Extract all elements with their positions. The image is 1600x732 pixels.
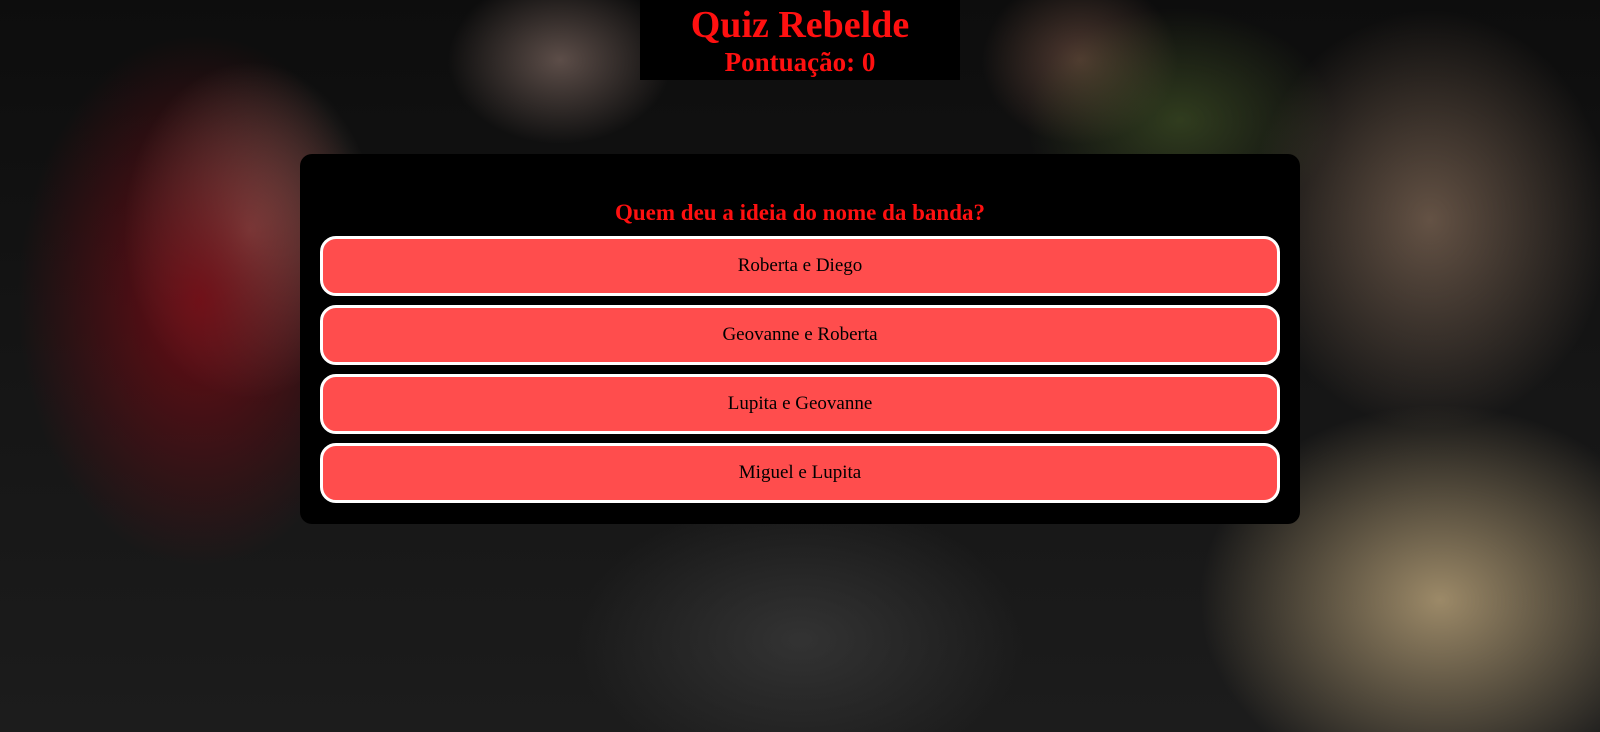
question-text: Quem deu a ideia do nome da banda? [615,200,985,225]
page-title: Quiz Rebelde [690,4,910,46]
header-panel: Quiz Rebelde Pontuação: 0 [640,0,960,80]
answer-button-3[interactable]: Lupita e Geovanne [320,374,1280,434]
answer-list: Roberta e Diego Geovanne e Roberta Lupit… [320,236,1280,512]
answer-button-4[interactable]: Miguel e Lupita [320,443,1280,503]
quiz-page: Quiz Rebelde Pontuação: 0 Quem deu a ide… [0,0,1600,732]
answer-button-1[interactable]: Roberta e Diego [320,236,1280,296]
answer-button-2[interactable]: Geovanne e Roberta [320,305,1280,365]
quiz-card: Quem deu a ideia do nome da banda? Rober… [300,154,1300,524]
score-display: Pontuação: 0 [724,47,876,77]
